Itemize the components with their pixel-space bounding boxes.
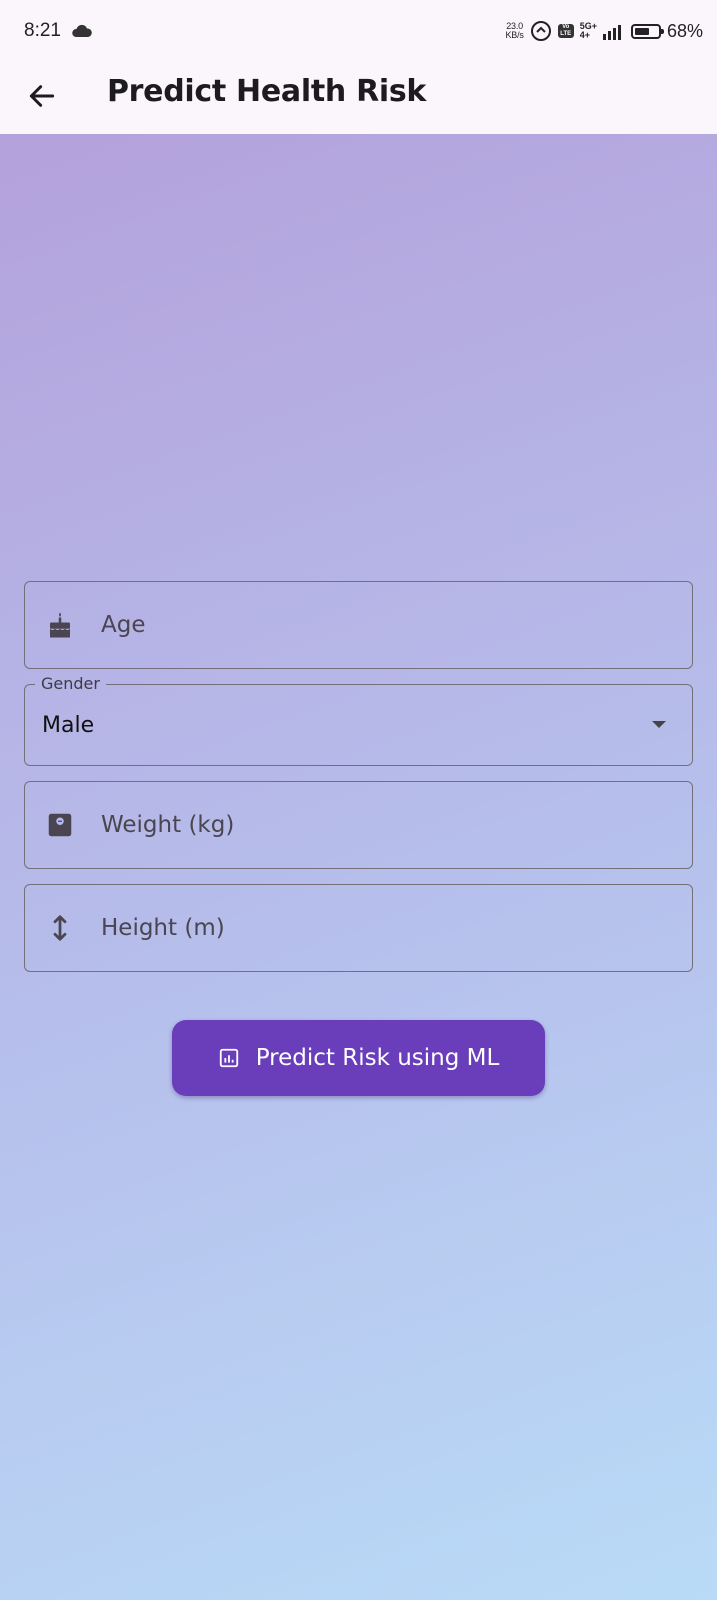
weight-input[interactable] <box>101 809 672 841</box>
gender-selected-value: Male <box>42 713 95 738</box>
height-input[interactable] <box>101 912 672 944</box>
form-area: Gender Male Predict Risk using ML <box>0 134 717 1600</box>
volte-bottom-text: LTE <box>560 31 572 37</box>
app-bar: Predict Health Risk <box>0 62 717 134</box>
height-field[interactable] <box>24 884 693 972</box>
weight-field[interactable] <box>24 781 693 869</box>
status-bar: 8:21 23.0 KB/s Vo LTE 5G+ 4+ 68% <box>0 0 717 62</box>
gender-label: Gender <box>35 674 106 693</box>
volte-icon: Vo LTE <box>557 24 574 38</box>
hotspot-link-icon <box>530 21 551 41</box>
volte-top-text: Vo <box>562 24 570 30</box>
battery-icon <box>630 23 664 39</box>
chevron-down-icon[interactable] <box>652 721 666 728</box>
cloud-icon <box>72 24 92 37</box>
network-speed: 23.0 KB/s <box>505 22 523 40</box>
age-field[interactable] <box>24 581 693 669</box>
gender-dropdown[interactable]: Gender Male <box>24 674 693 766</box>
network-type-bottom: 4+ <box>579 30 590 40</box>
battery-level <box>634 27 649 35</box>
network-speed-unit: KB/s <box>505 30 524 40</box>
age-input[interactable] <box>101 609 672 641</box>
analytics-icon <box>219 1048 238 1068</box>
status-time: 8:21 <box>24 20 61 41</box>
network-type: 5G+ 4+ <box>580 22 597 40</box>
predict-risk-button[interactable]: Predict Risk using ML <box>172 1020 545 1096</box>
status-icons: 23.0 KB/s Vo LTE 5G+ 4+ 68% <box>505 18 703 44</box>
battery-percent: 68% <box>666 20 703 41</box>
back-arrow-icon[interactable] <box>26 80 58 112</box>
scale-icon <box>48 813 72 837</box>
signal-icon <box>602 25 621 40</box>
vertical-arrows-icon <box>53 915 67 941</box>
predict-button-label: Predict Risk using ML <box>255 1045 500 1071</box>
page-title: Predict Health Risk <box>107 74 427 109</box>
cake-icon <box>50 612 70 638</box>
